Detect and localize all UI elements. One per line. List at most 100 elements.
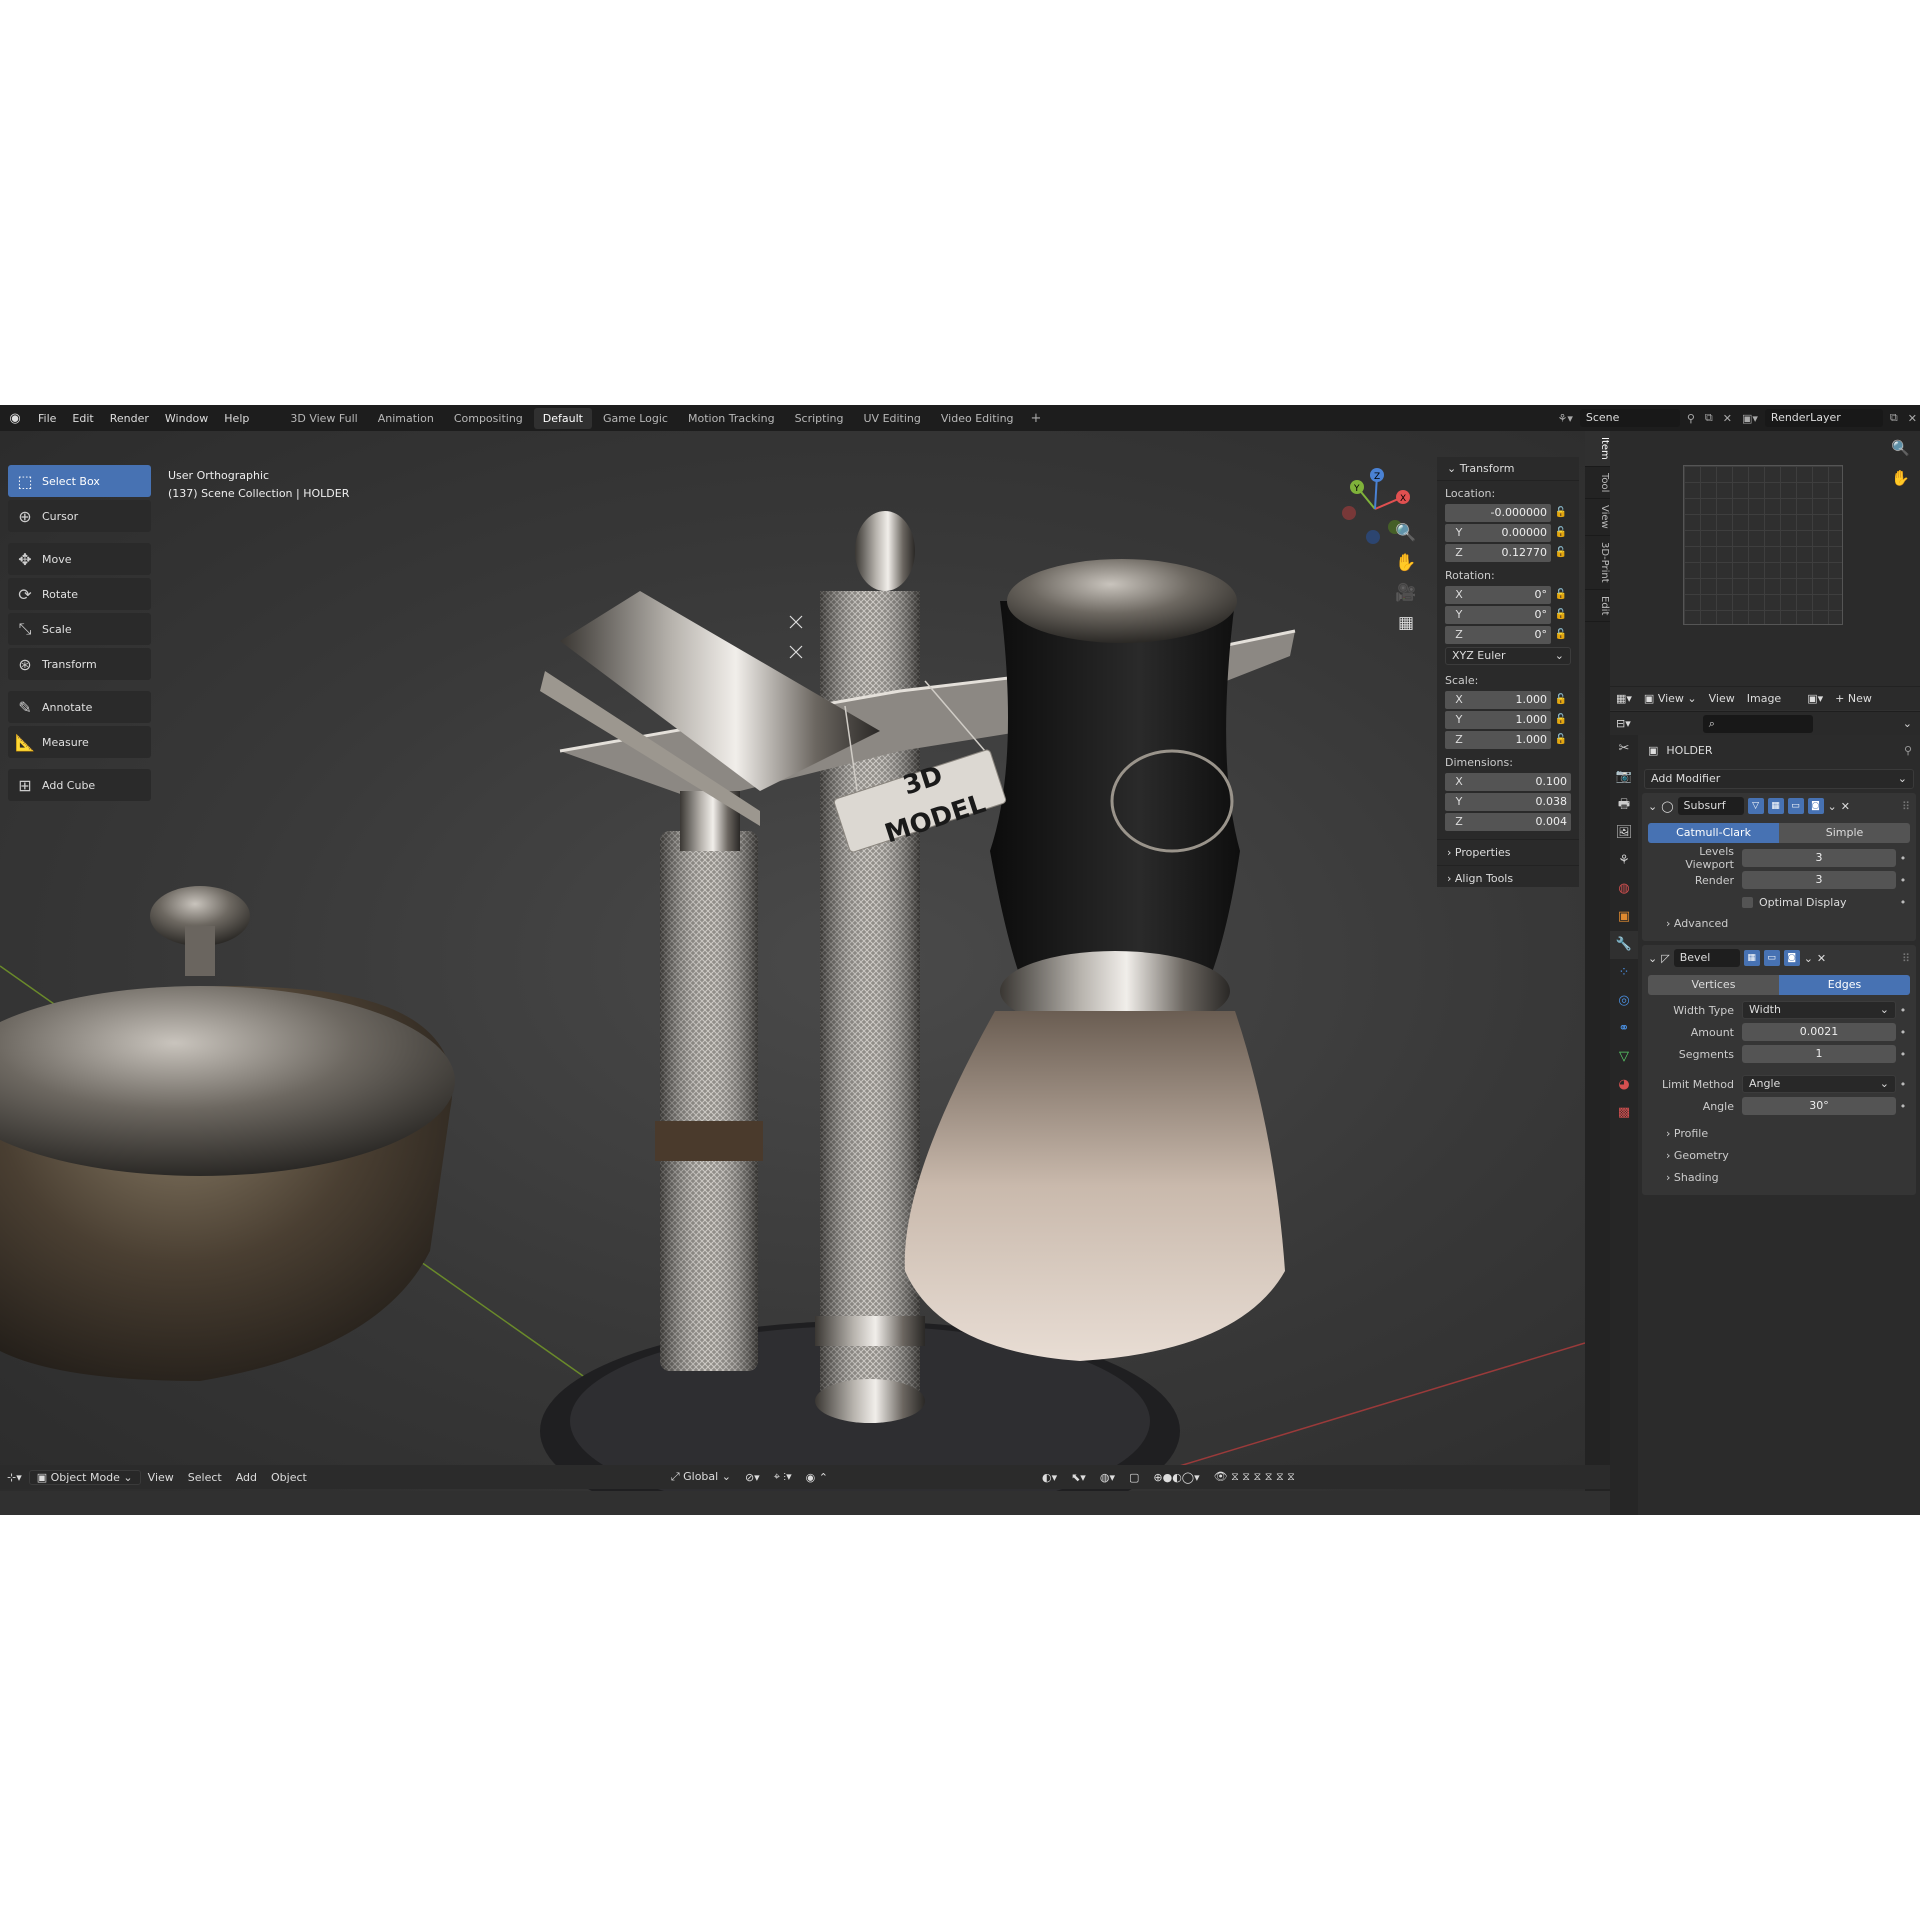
tool-scale[interactable]: ⤡ Scale bbox=[8, 613, 151, 645]
chevron-down-icon[interactable]: ⌄ bbox=[1903, 717, 1920, 730]
3d-viewport[interactable]: 3D MODEL ⬚ Select Box ⊕ Cursor ✥ Move ⟳ Rota… bbox=[0, 431, 1585, 1491]
zoom-icon[interactable]: 🔍 bbox=[1392, 523, 1420, 553]
chevron-down-icon[interactable]: ⌄ bbox=[1828, 800, 1837, 813]
data-tab-icon[interactable]: ▽ bbox=[1610, 1043, 1638, 1071]
image-browse-icon[interactable]: ▣▾ bbox=[1801, 692, 1829, 705]
render-layer-field[interactable]: RenderLayer bbox=[1764, 409, 1883, 427]
pin-icon[interactable]: ⚲ bbox=[1904, 744, 1920, 757]
output-tab-icon[interactable]: 🖶 bbox=[1610, 791, 1638, 819]
rotation-z-field[interactable]: Z 0° bbox=[1445, 625, 1551, 644]
tool-transform[interactable]: ⊛ Transform bbox=[8, 648, 151, 680]
tab-uv-editing[interactable]: UV Editing bbox=[855, 408, 930, 429]
add-workspace-icon[interactable]: + bbox=[1023, 411, 1050, 426]
menu-add[interactable]: Add bbox=[229, 1471, 264, 1484]
world-tab-icon[interactable]: ◍ bbox=[1610, 875, 1638, 903]
visibility-icon[interactable]: ◐▾ bbox=[1035, 1471, 1064, 1484]
restrict-toggles-icon[interactable]: 👁 ⧖ ⧖ ⧖ ⧖ ⧖ ⧖ bbox=[1207, 1470, 1302, 1484]
segments-field[interactable]: 1 bbox=[1742, 1045, 1896, 1063]
lock-icon[interactable]: 🔓 bbox=[1551, 694, 1571, 705]
profile-panel-toggle[interactable]: › Profile bbox=[1642, 1123, 1916, 1145]
editor-type-icon[interactable]: ⊟▾ bbox=[1610, 717, 1637, 730]
vertices-button[interactable]: Vertices bbox=[1648, 975, 1779, 995]
lock-icon[interactable]: 🔓 bbox=[1551, 589, 1571, 600]
tab-3d-print[interactable]: 3D-Print bbox=[1585, 536, 1610, 590]
lock-icon[interactable]: 🔓 bbox=[1551, 629, 1571, 640]
transform-header[interactable]: ⌄ Transform bbox=[1437, 457, 1579, 481]
blender-logo-icon[interactable]: ◉ bbox=[0, 411, 30, 426]
keyframe-dot-icon[interactable]: • bbox=[1896, 1004, 1910, 1017]
menu-render[interactable]: Render bbox=[102, 412, 157, 425]
menu-help[interactable]: Help bbox=[216, 412, 257, 425]
scale-y-field[interactable]: Y 1.000 bbox=[1445, 710, 1551, 729]
snap-icon[interactable]: ⌖ ⫶▾ bbox=[767, 1470, 799, 1484]
render-levels-field[interactable]: 3 bbox=[1742, 871, 1896, 889]
drag-handle-icon[interactable]: ⠿ bbox=[1902, 952, 1910, 965]
close-icon[interactable]: ✕ bbox=[1841, 800, 1850, 813]
scene-tab-icon[interactable]: ⚘ bbox=[1610, 847, 1638, 875]
lock-icon[interactable]: 🔓 bbox=[1551, 507, 1571, 518]
rotation-mode-select[interactable]: XYZ Euler ⌄ bbox=[1445, 647, 1571, 665]
tab-scripting[interactable]: Scripting bbox=[786, 408, 853, 429]
scene-field[interactable]: Scene bbox=[1579, 409, 1680, 427]
pan-hand-icon[interactable]: ✋ bbox=[1891, 469, 1910, 487]
add-modifier-button[interactable]: Add Modifier ⌄ bbox=[1644, 769, 1914, 789]
editor-type-icon[interactable]: ▦▾ bbox=[1610, 692, 1638, 705]
close-scene-icon[interactable]: ✕ bbox=[1720, 412, 1735, 425]
render-icon[interactable]: ◙ bbox=[1807, 798, 1824, 814]
gizmo-toggle-icon[interactable]: ⬉▾ bbox=[1064, 1471, 1093, 1484]
menu-window[interactable]: Window bbox=[157, 412, 216, 425]
keyframe-dot-icon[interactable]: • bbox=[1896, 1048, 1910, 1061]
lock-icon[interactable]: 🔓 bbox=[1551, 734, 1571, 745]
location-z-field[interactable]: Z 0.12770 bbox=[1445, 543, 1551, 562]
image-editor[interactable]: 🔍 ✋ bbox=[1610, 431, 1920, 686]
tool-annotate[interactable]: ✎ Annotate bbox=[8, 691, 151, 723]
scale-x-field[interactable]: X 1.000 bbox=[1445, 690, 1551, 709]
menu-object[interactable]: Object bbox=[264, 1471, 314, 1484]
constraints-tab-icon[interactable]: ⚭ bbox=[1610, 1015, 1638, 1043]
collapse-icon[interactable]: ⌄ bbox=[1648, 952, 1657, 965]
rotation-x-field[interactable]: X 0° bbox=[1445, 585, 1551, 604]
tab-item[interactable]: Item bbox=[1585, 431, 1610, 467]
new-layer-icon[interactable]: ⧉ bbox=[1887, 411, 1901, 425]
align-tools-panel-toggle[interactable]: › Align Tools bbox=[1437, 865, 1579, 891]
lock-icon[interactable]: 🔓 bbox=[1551, 714, 1571, 725]
lock-icon[interactable]: 🔓 bbox=[1551, 527, 1571, 538]
width-type-select[interactable]: Width ⌄ bbox=[1742, 1001, 1896, 1019]
properties-panel-toggle[interactable]: › Properties bbox=[1437, 839, 1579, 865]
edges-button[interactable]: Edges bbox=[1779, 975, 1910, 995]
lock-icon[interactable]: 🔓 bbox=[1551, 547, 1571, 558]
keyframe-dot-icon[interactable]: • bbox=[1896, 1078, 1910, 1091]
lock-icon[interactable]: 🔓 bbox=[1551, 609, 1571, 620]
edit-mode-icon[interactable]: ▦ bbox=[1767, 798, 1784, 814]
tab-view[interactable]: View bbox=[1585, 499, 1610, 536]
simple-button[interactable]: Simple bbox=[1779, 823, 1910, 843]
scene-icon[interactable]: ⚘▾ bbox=[1554, 412, 1575, 425]
grid-icon[interactable]: ▦ bbox=[1392, 613, 1420, 643]
tab-animation[interactable]: Animation bbox=[369, 408, 443, 429]
dimensions-x-field[interactable]: X 0.100 bbox=[1445, 772, 1571, 791]
object-tab-icon[interactable]: ▣ bbox=[1610, 903, 1638, 931]
new-image-button[interactable]: + New bbox=[1829, 692, 1878, 705]
tool-cursor[interactable]: ⊕ Cursor bbox=[8, 500, 151, 532]
cage-icon[interactable]: ▽ bbox=[1747, 798, 1764, 814]
limit-method-select[interactable]: Angle ⌄ bbox=[1742, 1075, 1896, 1093]
object-mode-select[interactable]: ▣ Object Mode ⌄ bbox=[28, 1469, 141, 1485]
menu-select[interactable]: Select bbox=[181, 1471, 229, 1484]
amount-field[interactable]: 0.0021 bbox=[1742, 1023, 1896, 1041]
material-tab-icon[interactable]: ◕ bbox=[1610, 1071, 1638, 1099]
collapse-icon[interactable]: ⌄ bbox=[1648, 800, 1657, 813]
dimensions-z-field[interactable]: Z 0.004 bbox=[1445, 812, 1571, 831]
rotation-y-field[interactable]: Y 0° bbox=[1445, 605, 1551, 624]
keyframe-dot-icon[interactable]: • bbox=[1896, 1100, 1910, 1113]
view-layer-tab-icon[interactable]: 🖼 bbox=[1610, 819, 1638, 847]
camera-icon[interactable]: 🎥 bbox=[1392, 583, 1420, 613]
location-y-field[interactable]: Y 0.00000 bbox=[1445, 523, 1551, 542]
viewport-display-icon[interactable]: ▭ bbox=[1763, 950, 1780, 966]
pin-icon[interactable]: ⚲ bbox=[1684, 412, 1698, 425]
zoom-icon[interactable]: 🔍 bbox=[1891, 439, 1910, 457]
physics-tab-icon[interactable]: ◎ bbox=[1610, 987, 1638, 1015]
pivot-icon[interactable]: ⊘▾ bbox=[738, 1471, 767, 1484]
menu-file[interactable]: File bbox=[30, 412, 64, 425]
keyframe-dot-icon[interactable]: • bbox=[1896, 874, 1910, 887]
advanced-panel-toggle[interactable]: › Advanced bbox=[1642, 913, 1916, 935]
